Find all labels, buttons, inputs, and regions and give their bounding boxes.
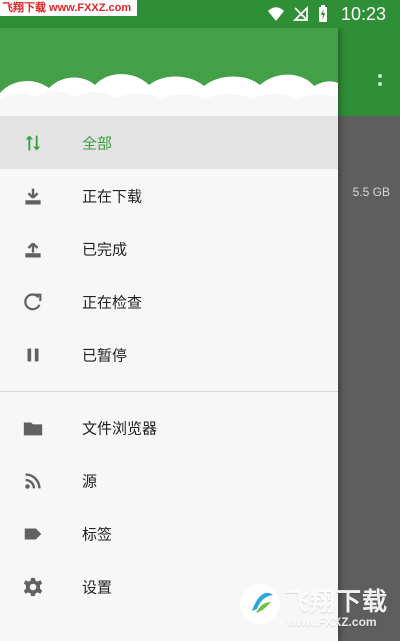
drawer-item-label: 源 [82,472,98,490]
navigation-drawer: 全部 正在下载 已完成 正在检查 已暂停 文件浏览器 源 标签 设置 [0,28,338,641]
pause-icon [21,343,45,367]
watermark-title: 飞翔下载 [284,588,389,616]
status-icons: 10:23 [267,5,386,23]
signal-off-icon [292,6,309,22]
swap-vert-icon [21,131,45,155]
drawer-item-completed[interactable]: 已完成 [0,222,338,275]
drawer-item-label: 正在检查 [82,293,143,311]
drawer-item-downloading[interactable]: 正在下载 [0,169,338,222]
gear-icon [21,575,45,599]
drawer-item-tags[interactable]: 标签 [0,507,338,560]
drawer-item-label: 已暂停 [82,346,128,364]
watermark-logo-icon [240,584,280,624]
drawer-item-file-browser[interactable]: 文件浏览器 [0,401,338,454]
refresh-icon [21,290,45,314]
drawer-item-label: 已完成 [82,240,128,258]
tag-icon [21,522,45,546]
status-bar: 飞翔下载 www.FXXZ.com 10:23 [0,0,400,28]
wifi-icon [267,6,285,22]
drawer-item-paused[interactable]: 已暂停 [0,328,338,381]
folder-icon [21,416,45,440]
drawer-item-label: 文件浏览器 [82,419,158,437]
drawer-item-feeds[interactable]: 源 [0,454,338,507]
drawer-item-all[interactable]: 全部 [0,116,338,169]
watermark-bottom: 飞翔下载 www.FXXZ.com [238,577,394,637]
drawer-item-label: 设置 [82,578,113,596]
storage-size: 5.5 GB [352,185,390,199]
drawer-divider [0,391,338,392]
drawer-item-label: 全部 [82,134,113,152]
drawer-item-checking[interactable]: 正在检查 [0,275,338,328]
cloud-banner [0,74,338,116]
drawer-menu: 全部 正在下载 已完成 正在检查 已暂停 文件浏览器 源 标签 设置 [0,116,338,613]
battery-charging-icon [317,5,329,23]
watermark-top: 飞翔下载 www.FXXZ.com [0,0,138,16]
watermark-url: www.FXXZ.com [287,615,377,629]
drawer-header [0,28,338,116]
status-time: 10:23 [340,4,386,24]
screen: 飞翔下载 www.FXXZ.com 10:23 5.5 GB 全部 正在下载 已… [0,0,400,641]
drawer-item-label: 标签 [82,525,113,543]
download-icon [21,184,45,208]
upload-icon [21,237,45,261]
rss-icon [21,469,45,493]
drawer-item-label: 正在下载 [82,187,143,205]
